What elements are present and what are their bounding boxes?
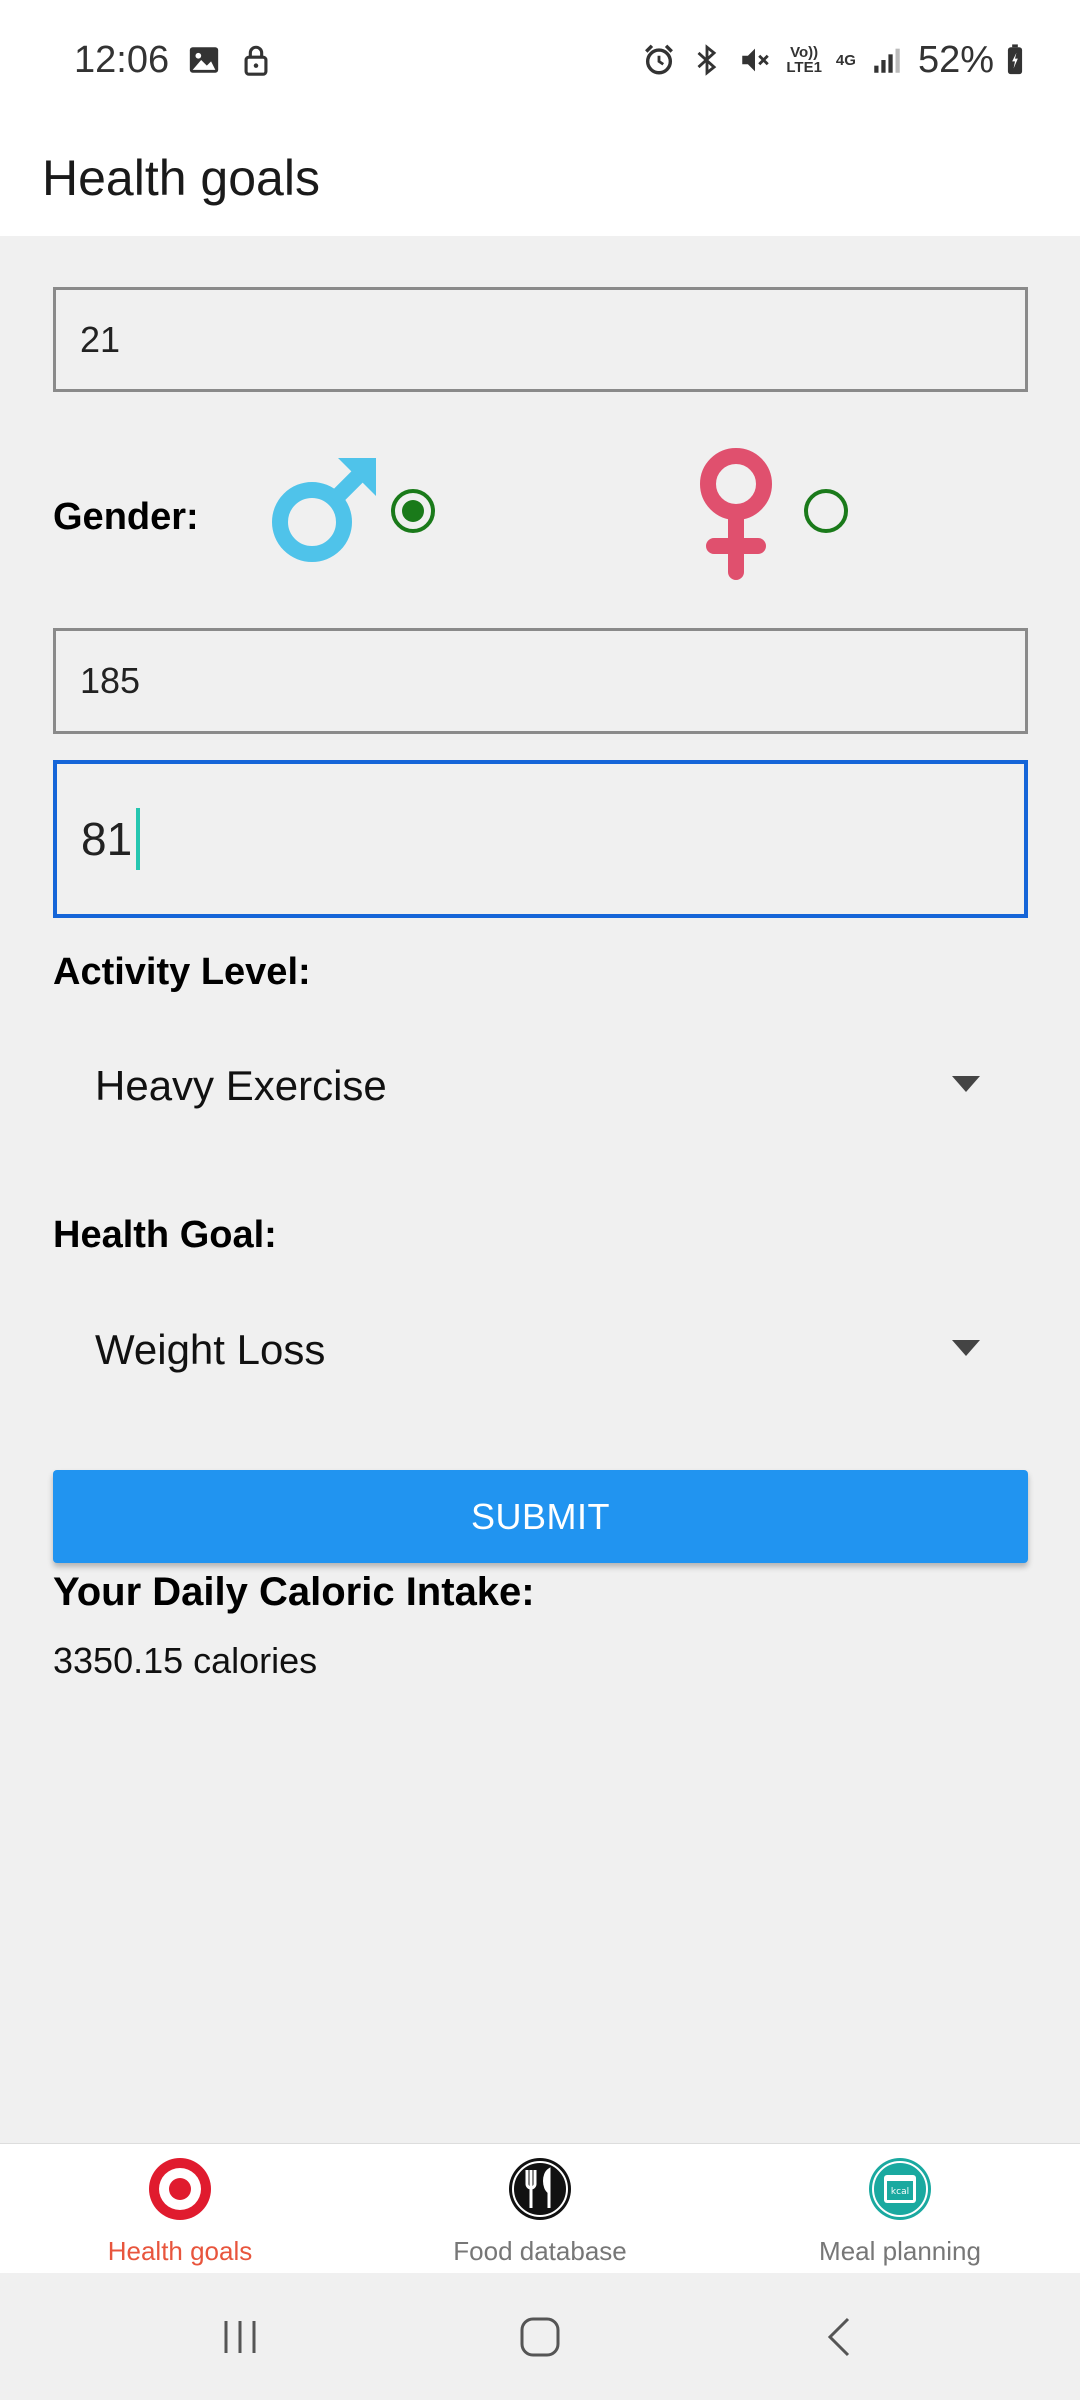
- recent-apps-icon: [224, 2320, 256, 2353]
- status-bar: 12:06 Vo)) LTE1 4G 52%: [0, 0, 1080, 120]
- lock-icon: [244, 45, 268, 76]
- network-type: 4G: [835, 51, 856, 69]
- height-input[interactable]: 185: [53, 628, 1028, 734]
- health-goal-selected: Weight Loss: [95, 1326, 326, 1373]
- female-radio[interactable]: [804, 489, 848, 533]
- male-radio-selected-dot: [402, 500, 424, 522]
- nav-label-health-goals: Health goals: [107, 2236, 253, 2266]
- target-icon: [149, 2158, 211, 2220]
- activity-level-dropdown[interactable]: Heavy Exercise: [53, 1038, 1028, 1134]
- battery-icon: [1007, 44, 1023, 75]
- health-goal-label: Health Goal:: [53, 1214, 277, 1256]
- image-icon: [189, 47, 219, 73]
- volte-indicator: Vo)) LTE1: [786, 44, 822, 76]
- nav-label-meal-planning: Meal planning: [819, 2236, 981, 2266]
- signal-icon: [874, 48, 900, 73]
- dropdown-arrow-icon: [952, 1340, 980, 1356]
- male-radio[interactable]: [391, 489, 435, 533]
- page-title: Health goals: [42, 150, 320, 206]
- back-button[interactable]: [810, 2307, 870, 2367]
- status-time: 12:06: [74, 38, 170, 81]
- activity-level-label: Activity Level:: [53, 951, 311, 993]
- nav-label-food-database: Food database: [453, 2236, 627, 2266]
- mute-icon: [742, 48, 770, 72]
- activity-level-selected: Heavy Exercise: [95, 1062, 387, 1109]
- home-icon: [520, 2317, 560, 2356]
- nav-food-database[interactable]: Food database: [360, 2144, 720, 2273]
- weight-value: 81: [81, 813, 133, 865]
- bottom-navigation: Health goals Food database kcal Meal pla…: [0, 2143, 1080, 2273]
- home-button[interactable]: [510, 2307, 570, 2367]
- age-input[interactable]: 21: [53, 287, 1028, 392]
- gender-label: Gender:: [53, 496, 199, 538]
- health-goal-dropdown[interactable]: Weight Loss: [53, 1302, 1028, 1398]
- caloric-intake-title: Your Daily Caloric Intake:: [53, 1570, 535, 1614]
- fork-knife-icon: [509, 2158, 571, 2220]
- age-value: 21: [80, 318, 121, 360]
- male-icon: [272, 458, 376, 562]
- weight-input[interactable]: 81: [53, 760, 1028, 918]
- recent-apps-button[interactable]: [210, 2307, 270, 2367]
- caloric-intake-value: 3350.15 calories: [53, 1640, 318, 1681]
- bluetooth-icon: [697, 44, 717, 76]
- app-bar: Health goals: [0, 120, 1080, 236]
- submit-button[interactable]: SUBMIT: [53, 1470, 1028, 1563]
- svg-text:kcal: kcal: [891, 2187, 909, 2197]
- female-icon: [700, 448, 772, 580]
- back-icon: [827, 2317, 850, 2356]
- nav-health-goals[interactable]: Health goals: [0, 2144, 360, 2273]
- text-cursor: [136, 808, 141, 870]
- dropdown-arrow-icon: [952, 1076, 980, 1092]
- battery-percent: 52%: [917, 38, 994, 81]
- nav-meal-planning[interactable]: kcal Meal planning: [720, 2144, 1080, 2273]
- system-navigation-bar: [0, 2273, 1080, 2400]
- alarm-icon: [645, 44, 674, 75]
- kcal-calendar-icon: kcal: [869, 2158, 931, 2220]
- height-value: 185: [80, 660, 141, 701]
